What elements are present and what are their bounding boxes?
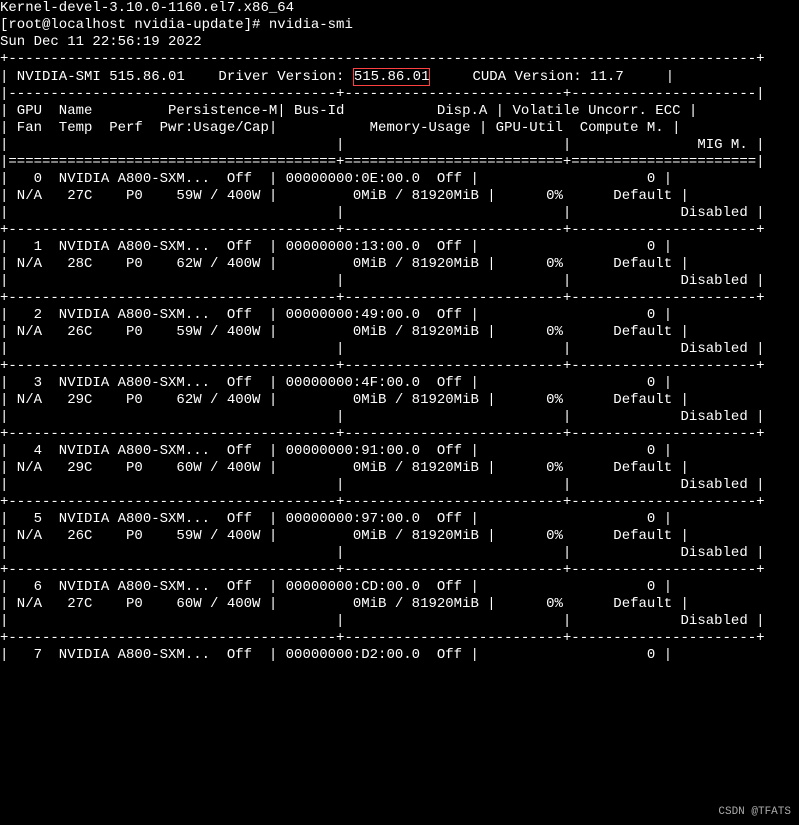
terminal-output: Kernel-devel-3.10.0-1160.el7.x86_64 [roo… [0,0,799,664]
driver-version-highlight: 515.86.01 [353,68,431,86]
watermark-text: CSDN @TFATS [718,804,791,821]
